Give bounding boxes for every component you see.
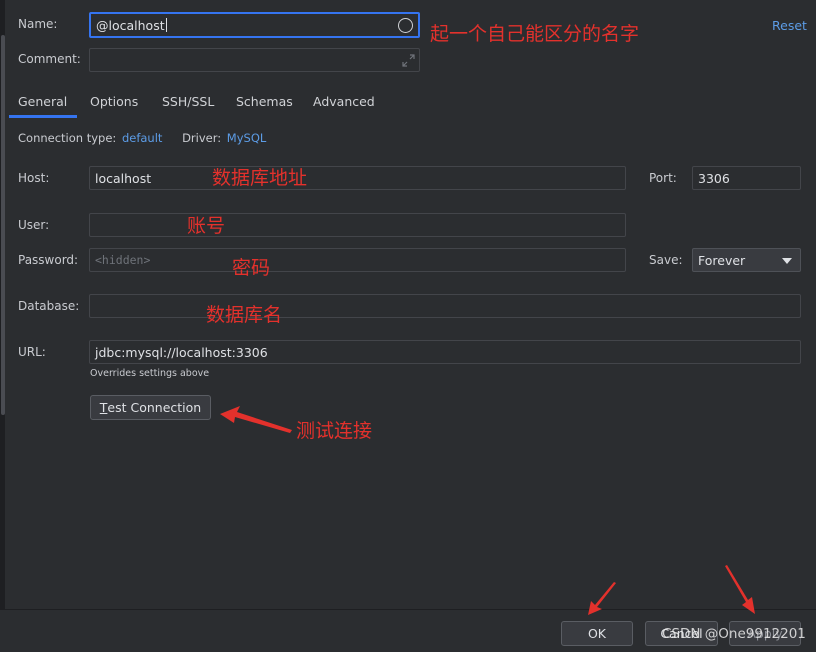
left-scrollbar-track[interactable] (0, 0, 5, 651)
name-label: Name: (18, 17, 58, 31)
password-label: Password: (18, 253, 79, 267)
comment-input[interactable] (89, 48, 420, 72)
tab-ssh-ssl[interactable]: SSH/SSL (162, 94, 214, 109)
host-input-value: localhost (95, 170, 152, 186)
save-dropdown[interactable]: Forever (692, 248, 801, 272)
ok-button-label: OK (587, 626, 607, 641)
arrow-ok-annotation-icon (588, 582, 616, 615)
annotation-name: 起一个自己能区分的名字 (430, 23, 640, 45)
ok-button[interactable]: OK (561, 621, 633, 646)
save-dropdown-value: Forever (698, 252, 746, 268)
port-input-value: 3306 (698, 170, 730, 186)
driver-label: Driver: (182, 131, 222, 145)
database-label: Database: (18, 299, 80, 313)
user-label: User: (18, 218, 50, 232)
name-input[interactable]: @localhost (89, 12, 420, 38)
port-label: Port: (649, 171, 677, 185)
password-input[interactable]: <hidden> (89, 248, 626, 272)
password-placeholder: <hidden> (95, 253, 151, 267)
url-input-value: jdbc:mysql://localhost:3306 (95, 344, 268, 360)
annotation-user: 账号 (187, 215, 226, 237)
comment-label: Comment: (18, 52, 81, 66)
host-input[interactable]: localhost (89, 166, 626, 190)
tab-general[interactable]: General (18, 94, 67, 109)
annotation-password: 密码 (232, 257, 271, 279)
test-connection-label: est Connection (107, 400, 202, 415)
database-input[interactable] (89, 294, 801, 318)
connection-type-link[interactable]: default (122, 131, 162, 145)
tab-options[interactable]: Options (90, 94, 138, 109)
save-label: Save: (649, 253, 683, 267)
arrow-test-annotation-icon (220, 406, 292, 433)
color-circle-icon[interactable] (398, 18, 413, 33)
user-input[interactable] (89, 213, 626, 237)
connection-type-label: Connection type: (18, 131, 117, 145)
port-input[interactable]: 3306 (692, 166, 801, 190)
connection-info: Connection type: default Driver: MySQL (18, 131, 266, 145)
url-input[interactable]: jdbc:mysql://localhost:3306 (89, 340, 801, 364)
expand-icon[interactable] (402, 54, 415, 67)
csdn-watermark: CSDN @One9912201 (662, 626, 806, 642)
reset-link[interactable]: Reset (772, 18, 807, 33)
tab-advanced[interactable]: Advanced (313, 94, 375, 109)
test-connection-mnemonic: T (99, 400, 108, 415)
tab-active-indicator (9, 115, 77, 118)
annotation-test: 测试连接 (296, 420, 373, 442)
tab-schemas[interactable]: Schemas (236, 94, 293, 109)
text-cursor (165, 18, 167, 32)
name-input-value: @localhost (96, 17, 165, 33)
driver-link[interactable]: MySQL (227, 131, 267, 145)
annotation-database: 数据库名 (206, 304, 283, 326)
arrow-apply-annotation-icon (725, 565, 755, 614)
host-label: Host: (18, 171, 50, 185)
url-hint: Overrides settings above (90, 368, 210, 379)
annotation-host: 数据库地址 (212, 167, 308, 189)
url-label: URL: (18, 345, 46, 359)
left-scrollbar-thumb[interactable] (1, 35, 5, 415)
test-connection-button[interactable]: Test Connection (90, 395, 211, 420)
chevron-down-icon (782, 258, 792, 264)
